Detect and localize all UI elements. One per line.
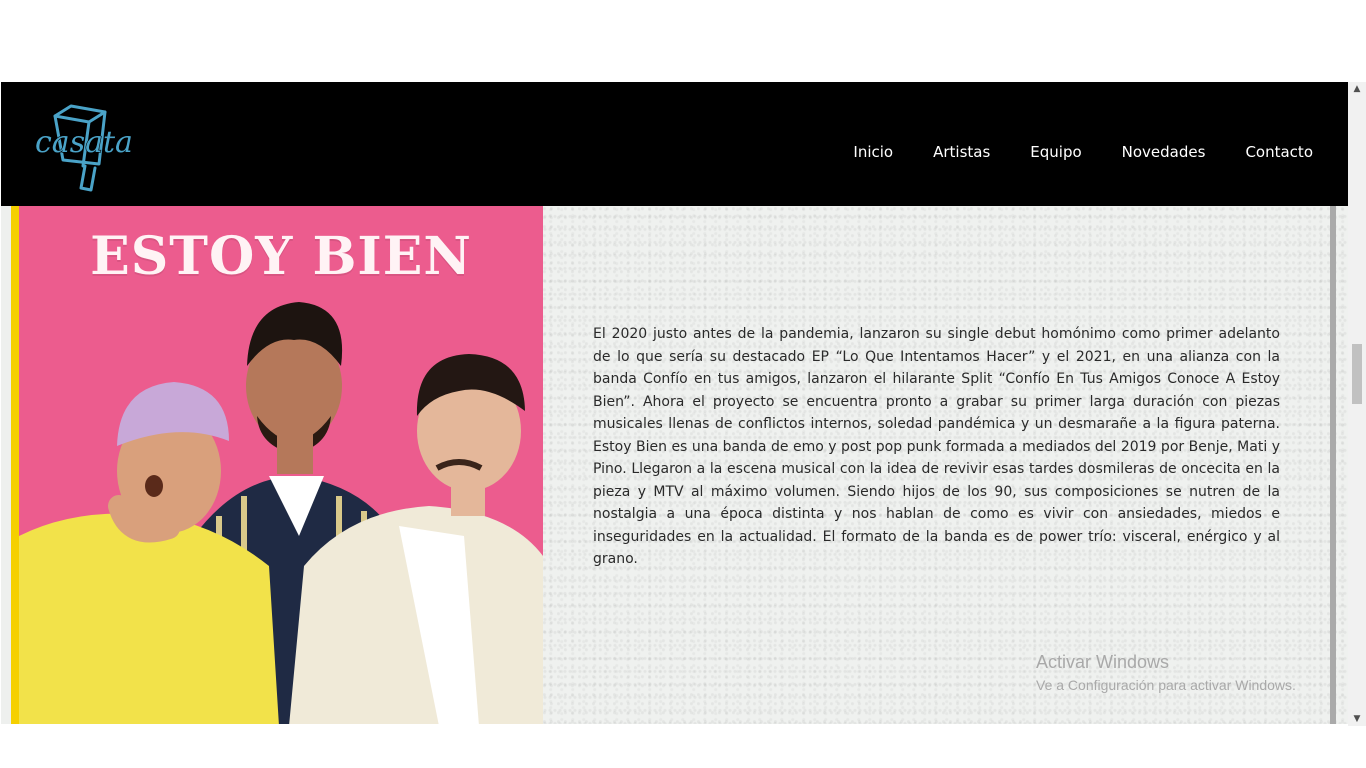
nav-artistas[interactable]: Artistas <box>933 144 990 160</box>
scroll-down-icon[interactable]: ▼ <box>1348 712 1366 726</box>
watermark-title: Activar Windows <box>1036 652 1170 672</box>
content-scrollbar[interactable] <box>1330 206 1336 724</box>
nav-equipo[interactable]: Equipo <box>1030 144 1081 160</box>
logo-wordmark: casata <box>35 125 133 160</box>
band-members-illustration <box>19 302 543 724</box>
windows-activation-watermark: Activar Windows Ve a Configuración para … <box>1036 652 1296 693</box>
scroll-thumb[interactable] <box>1352 344 1362 404</box>
casata-logo[interactable]: casata <box>33 102 143 192</box>
page-top-blank <box>0 0 1366 82</box>
popsicle-logo-icon: casata <box>34 104 134 192</box>
left-gutter <box>1 206 11 724</box>
main-nav: Inicio Artistas Equipo Novedades Contact… <box>853 144 1313 160</box>
scroll-up-icon[interactable]: ▲ <box>1348 82 1366 96</box>
artist-section: ESTOY BIEN El 2020 justo antes de la pan… <box>1 206 1348 724</box>
artist-bio: El 2020 justo antes de la pandemia, lanz… <box>593 326 1280 567</box>
site-header: casata Inicio Artistas Equipo Novedades … <box>1 82 1348 206</box>
accent-stripe <box>11 206 19 724</box>
band-photo: ESTOY BIEN <box>19 206 543 724</box>
page-scrollbar[interactable]: ▲ ▼ <box>1348 82 1366 726</box>
watermark-subtitle: Ve a Configuración para activar Windows. <box>1036 677 1296 693</box>
nav-inicio[interactable]: Inicio <box>853 144 893 160</box>
nav-contacto[interactable]: Contacto <box>1245 144 1313 160</box>
nav-novedades[interactable]: Novedades <box>1122 144 1206 160</box>
